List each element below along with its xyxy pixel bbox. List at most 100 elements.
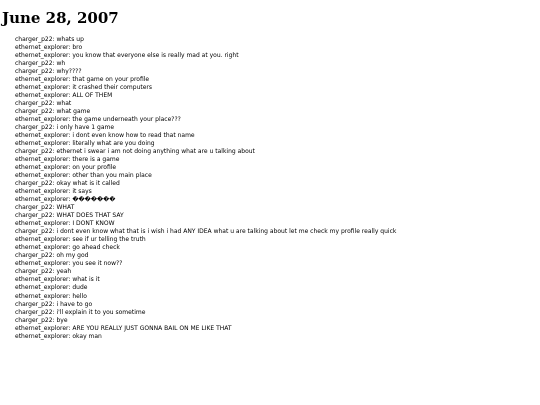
chat-message: charger_p22why???? <box>15 68 537 76</box>
chat-message: charger_p22okay what is it called <box>15 180 537 188</box>
message-sender: charger_p22 <box>15 148 57 155</box>
chat-message: ethernet_exploreryou know that everyone … <box>15 52 537 60</box>
message-sender: charger_p22 <box>15 309 57 316</box>
chat-message: ethernet_explorerwhat is it <box>15 276 537 284</box>
chat-message: charger_p22what <box>15 100 537 108</box>
message-sender: ethernet_explorer <box>15 188 72 195</box>
message-sender: ethernet_explorer <box>15 92 72 99</box>
message-text: other than you main place <box>72 172 152 180</box>
blog-page: June 28, 2007 charger_p22whats upetherne… <box>0 0 540 405</box>
message-sender: charger_p22 <box>15 301 57 308</box>
message-sender: charger_p22 <box>15 108 57 115</box>
message-sender: charger_p22 <box>15 68 57 75</box>
message-sender: ethernet_explorer <box>15 333 72 340</box>
chat-message: charger_p22i dont even know what that is… <box>15 228 537 236</box>
message-text: literally what are you doing <box>72 139 155 147</box>
chat-message: ethernet_explorerhello <box>15 293 537 301</box>
message-sender: ethernet_explorer <box>15 76 72 83</box>
message-sender: charger_p22 <box>15 124 57 131</box>
message-text: it crashed their computers <box>72 83 153 91</box>
chat-message: charger_p22i'll explain it to you someti… <box>15 309 537 317</box>
message-text: i dont even know what that is i wish i h… <box>56 228 397 236</box>
message-sender: ethernet_explorer <box>15 172 72 179</box>
message-sender: ethernet_explorer <box>15 293 72 300</box>
message-text: i have to go <box>56 300 93 308</box>
message-text: what is it <box>72 276 100 284</box>
message-text: yeah <box>56 268 72 276</box>
date-heading: June 28, 2007 <box>2 9 119 27</box>
message-text: there is a game <box>72 155 120 163</box>
message-sender: ethernet_explorer <box>15 84 72 91</box>
message-text: ������� <box>72 196 116 204</box>
chat-message: ethernet_explorerit crashed their comput… <box>15 84 537 92</box>
message-sender: charger_p22 <box>15 212 57 219</box>
message-sender: ethernet_explorer <box>15 325 72 332</box>
chat-message: charger_p22oh my god <box>15 252 537 260</box>
message-text: ARE YOU REALLY JUST GONNA BAIL ON ME LIK… <box>72 324 232 332</box>
chat-message: charger_p22yeah <box>15 268 537 276</box>
message-text: hello <box>72 292 87 300</box>
message-sender: charger_p22 <box>15 228 57 235</box>
message-text: the game underneath your place??? <box>72 115 181 123</box>
message-text: wh <box>56 59 66 67</box>
message-text: bro <box>72 43 83 51</box>
message-sender: ethernet_explorer <box>15 44 72 51</box>
message-text: okay what is it called <box>56 180 120 188</box>
message-text: oh my god <box>56 252 89 260</box>
chat-message: charger_p22ethernet i swear i am not doi… <box>15 148 537 156</box>
message-sender: charger_p22 <box>15 60 57 67</box>
message-text: WHAT <box>56 204 75 212</box>
message-sender: ethernet_explorer <box>15 156 72 163</box>
message-sender: charger_p22 <box>15 100 57 107</box>
chat-message: ethernet_explorerdude <box>15 284 537 292</box>
chat-message: charger_p22bye <box>15 317 537 325</box>
message-text: it says <box>72 188 92 196</box>
message-text: I DONT KNOW <box>72 220 115 228</box>
message-text: see if ur telling the truth <box>72 236 146 244</box>
message-sender: charger_p22 <box>15 36 57 43</box>
chat-message: ethernet_explorerARE YOU REALLY JUST GON… <box>15 325 537 333</box>
message-sender: ethernet_explorer <box>15 284 72 291</box>
message-sender: ethernet_explorer <box>15 220 72 227</box>
chat-message: ethernet_explorerokay man <box>15 333 537 341</box>
message-sender: ethernet_explorer <box>15 236 72 243</box>
chat-message: ethernet_explorerthe game underneath you… <box>15 116 537 124</box>
chat-message: ethernet_explorerALL OF THEM <box>15 92 537 100</box>
chat-message: ethernet_explorerbro <box>15 44 537 52</box>
message-text: that game on your profile <box>72 75 150 83</box>
message-text: what game <box>56 107 91 115</box>
message-text: i'll explain it to you sometime <box>56 308 146 316</box>
message-text: on your profile <box>72 164 117 171</box>
message-text: okay man <box>72 332 102 340</box>
message-text: go ahead check <box>72 244 120 252</box>
chat-message: ethernet_explorer������� <box>15 196 537 204</box>
chat-message: charger_p22WHAT DOES THAT SAY <box>15 212 537 220</box>
message-text: why???? <box>56 67 82 75</box>
chat-message: charger_p22i have to go <box>15 301 537 309</box>
chat-message: ethernet_exploreron your profile <box>15 164 537 172</box>
message-sender: ethernet_explorer <box>15 116 72 123</box>
message-text: WHAT DOES THAT SAY <box>56 212 124 220</box>
chat-message: ethernet_explorergo ahead check <box>15 244 537 252</box>
message-text: dude <box>72 284 88 292</box>
chat-message: charger_p22whats up <box>15 36 537 44</box>
message-text: what <box>56 99 72 107</box>
chat-message: ethernet_explorerthat game on your profi… <box>15 76 537 84</box>
chat-message: ethernet_explorersee if ur telling the t… <box>15 236 537 244</box>
message-sender: ethernet_explorer <box>15 52 72 59</box>
chat-message: charger_p22wh <box>15 60 537 68</box>
message-sender: charger_p22 <box>15 317 57 324</box>
message-text: whats up <box>56 35 84 43</box>
chat-log: charger_p22whats upethernet_explorerbroe… <box>15 36 537 341</box>
message-sender: ethernet_explorer <box>15 244 72 251</box>
message-sender: charger_p22 <box>15 252 57 259</box>
message-sender: ethernet_explorer <box>15 260 72 267</box>
message-sender: charger_p22 <box>15 268 57 275</box>
chat-message: ethernet_explorerthere is a game <box>15 156 537 164</box>
message-text: ALL OF THEM <box>72 91 113 99</box>
chat-message: ethernet_explorerother than you main pla… <box>15 172 537 180</box>
message-sender: charger_p22 <box>15 180 57 187</box>
chat-message: ethernet_explorerliterally what are you … <box>15 140 537 148</box>
chat-message: ethernet_exploreryou see it now?? <box>15 260 537 268</box>
message-sender: ethernet_explorer <box>15 276 72 283</box>
